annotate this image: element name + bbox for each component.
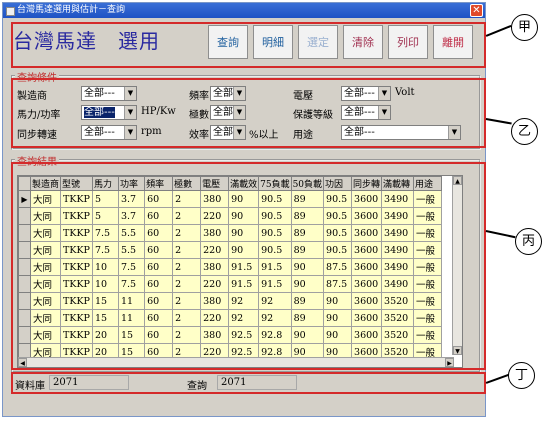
leader-line	[485, 230, 516, 238]
leader-line	[485, 373, 509, 384]
annotation-bubble-jia: 甲	[511, 14, 538, 41]
annotation-box-header	[11, 22, 486, 68]
title-bar: 台灣馬達選用與估計－查詢	[3, 3, 485, 18]
annotation-box-conditions	[11, 78, 486, 148]
leader-line	[485, 24, 512, 37]
leader-line	[485, 118, 512, 125]
close-button[interactable]: ✕	[470, 4, 483, 17]
annotation-box-status	[11, 372, 486, 394]
annotation-box-results	[11, 162, 486, 370]
window-title: 台灣馬達選用與估計－查詢	[17, 5, 126, 15]
app-icon	[6, 7, 15, 16]
annotation-bubble-ding: 丁	[508, 362, 535, 389]
annotation-bubble-bing: 丙	[515, 228, 542, 255]
annotation-bubble-yi: 乙	[511, 118, 538, 145]
